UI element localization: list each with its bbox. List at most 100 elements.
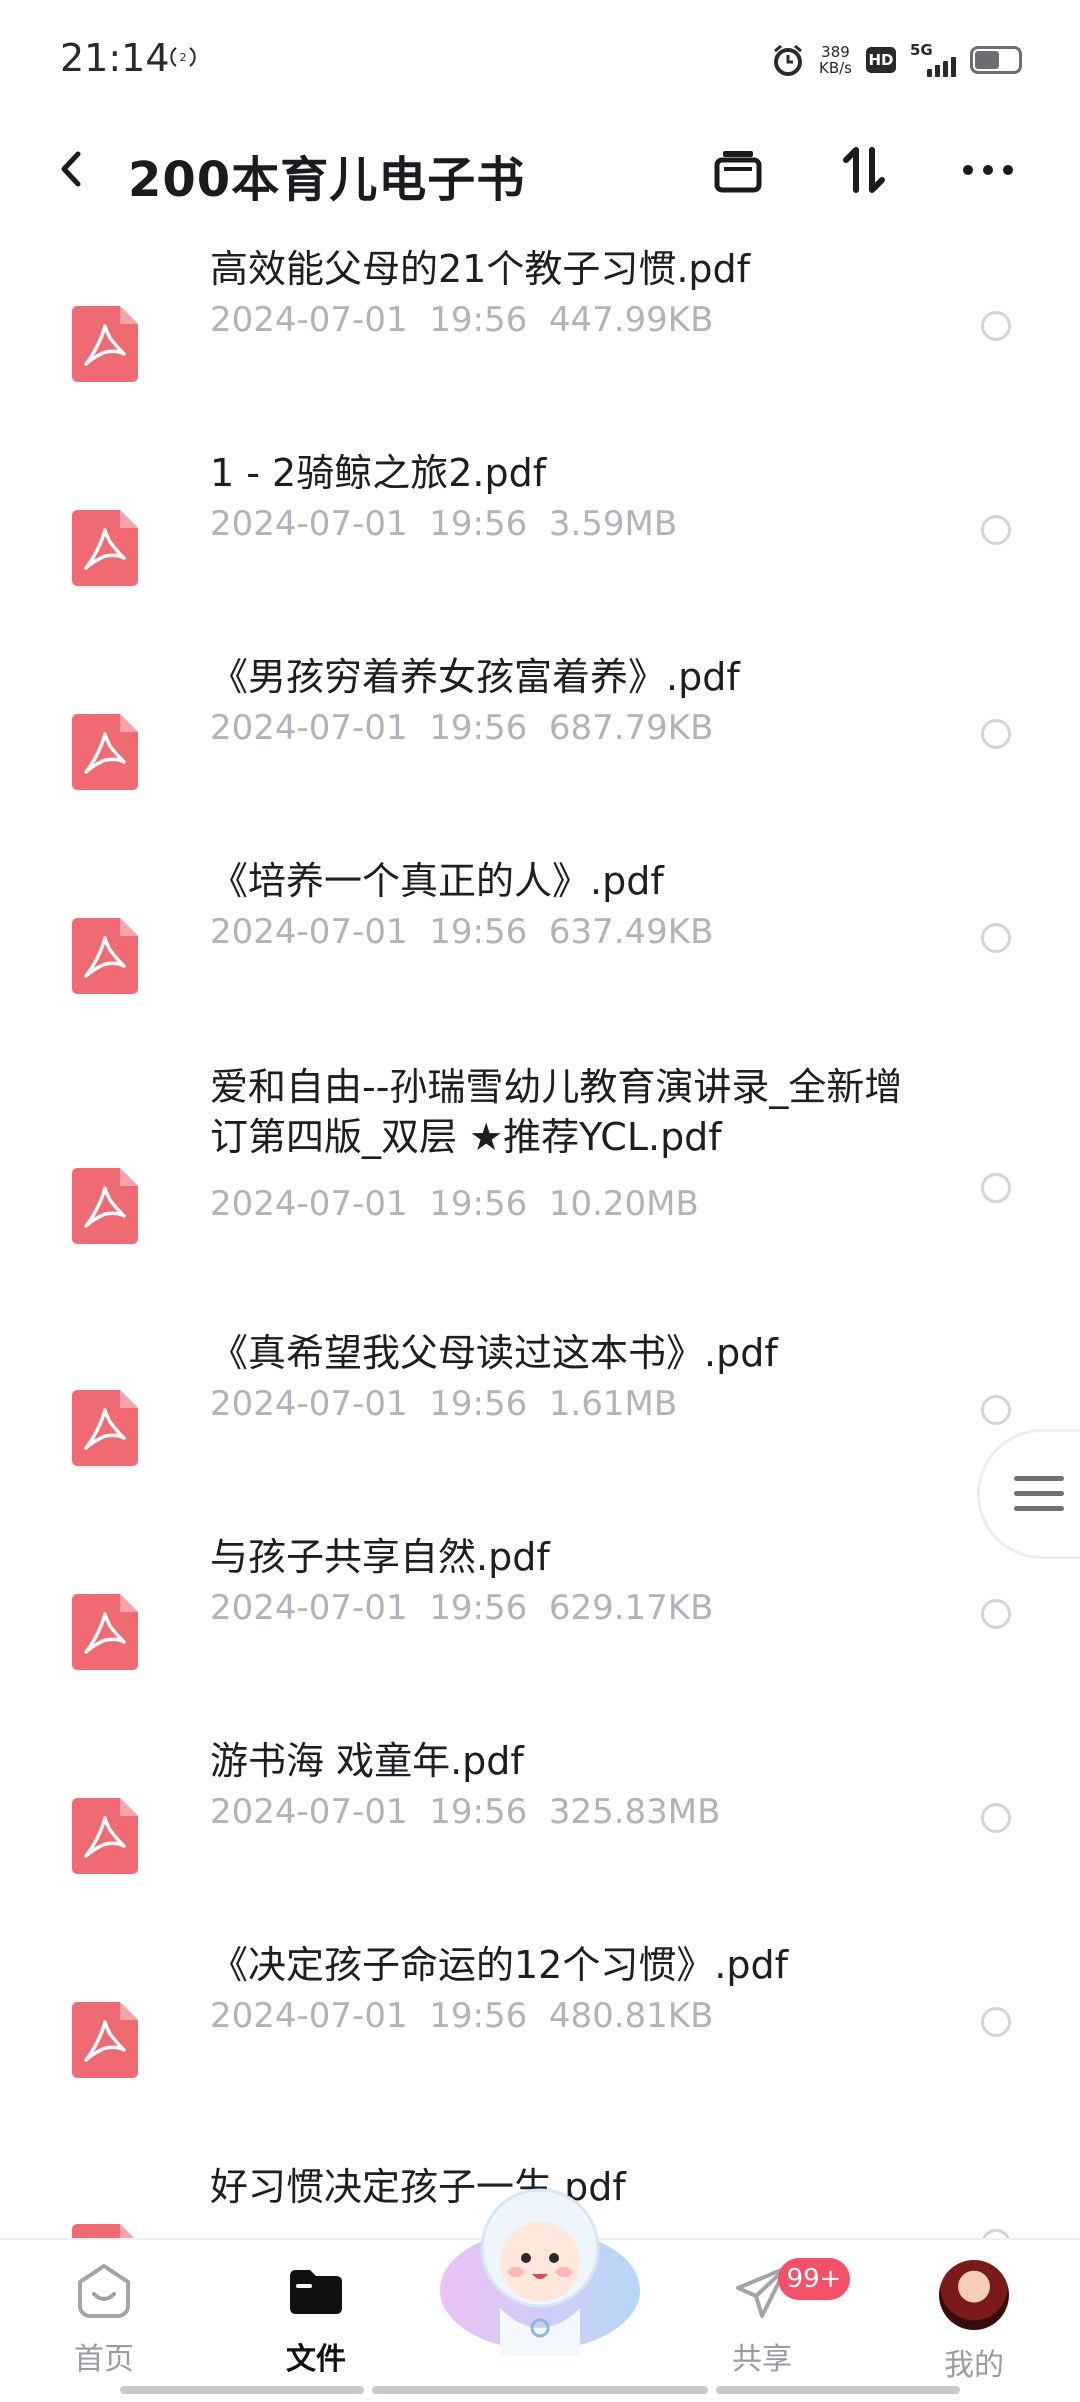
sort-icon[interactable] [832, 138, 896, 202]
file-date: 2024-07-01 [210, 912, 408, 952]
file-row[interactable]: 1 - 2骑鲸之旅2.pdf 2024-07-01 19:56 3.59MB [0, 451, 1080, 614]
nav-home[interactable]: 首页 [34, 2260, 174, 2390]
file-time: 19:56 [429, 1792, 528, 1832]
file-time: 19:56 [429, 1184, 528, 1224]
page-title: 200本育儿电子书 [128, 152, 526, 208]
file-meta: 2024-07-01 19:56 447.99KB [210, 300, 713, 340]
status-time: 21:14 [60, 36, 170, 80]
net-speed-unit: KB/s [819, 59, 852, 77]
hd-badge: HD [866, 47, 896, 73]
file-meta: 2024-07-01 19:56 629.17KB [210, 1588, 713, 1628]
file-date: 2024-07-01 [210, 1996, 408, 2036]
nav-files[interactable]: 文件 [246, 2260, 386, 2390]
file-row[interactable]: 高效能父母的21个教子习惯.pdf 2024-07-01 19:56 447.99… [0, 247, 1080, 410]
file-size: 629.17KB [548, 1588, 714, 1628]
file-time: 19:56 [429, 1384, 528, 1424]
net-speed-value: 389 [821, 43, 850, 61]
home-indicator [372, 2386, 708, 2394]
select-radio[interactable] [981, 2007, 1011, 2037]
file-date: 2024-07-01 [210, 300, 408, 340]
file-name: 爱和自由--孙瑞雪幼儿教育演讲录_全新增订第四版_双层 ★推荐YCL.pdf [210, 1065, 903, 1159]
signal-icon: 5G [910, 41, 956, 77]
file-name: 游书海 戏童年.pdf [210, 1739, 524, 1783]
file-row[interactable]: 《培养一个真正的人》.pdf 2024-07-01 19:56 637.49KB [0, 859, 1080, 1022]
home-icon [78, 2264, 130, 2318]
file-row[interactable]: 游书海 戏童年.pdf 2024-07-01 19:56 325.83MB [0, 1739, 1080, 1902]
pdf-file-icon [72, 714, 138, 790]
home-indicator [120, 2386, 364, 2394]
select-radio[interactable] [981, 515, 1011, 545]
file-date: 2024-07-01 [210, 708, 408, 748]
file-meta: 2024-07-01 19:56 637.49KB [210, 912, 713, 952]
net-speed: 389 KB/s [819, 44, 852, 76]
file-size: 637.49KB [548, 912, 714, 952]
nav-mine[interactable]: 我的 [904, 2260, 1044, 2390]
file-date: 2024-07-01 [210, 1184, 408, 1224]
file-size: 687.79KB [548, 708, 714, 748]
pdf-file-icon [72, 1390, 138, 1466]
file-size: 10.20MB [548, 1184, 699, 1224]
file-time: 19:56 [429, 1996, 528, 2036]
file-name: 与孩子共享自然.pdf [210, 1535, 550, 1579]
file-row[interactable]: 与孩子共享自然.pdf 2024-07-01 19:56 629.17KB [0, 1535, 1080, 1698]
file-row[interactable]: 《男孩穷着养女孩富着养》.pdf 2024-07-01 19:56 687.79K… [0, 655, 1080, 818]
nav-home-label: 首页 [74, 2342, 134, 2377]
file-time: 19:56 [429, 504, 528, 544]
file-date: 2024-07-01 [210, 1792, 408, 1832]
select-radio[interactable] [981, 719, 1011, 749]
file-time: 19:56 [429, 300, 528, 340]
file-date: 2024-07-01 [210, 504, 408, 544]
file-time: 19:56 [429, 912, 528, 952]
file-date: 2024-07-01 [210, 1384, 408, 1424]
status-bar: 21:14 2 389 KB/s HD 5G [0, 0, 1080, 120]
pdf-file-icon [72, 1594, 138, 1670]
file-name: 1 - 2骑鲸之旅2.pdf [210, 451, 547, 495]
share-badge: 99+ [778, 2258, 850, 2300]
select-radio[interactable] [981, 311, 1011, 341]
file-meta: 2024-07-01 19:56 325.83MB [210, 1792, 720, 1832]
file-size: 1.61MB [548, 1384, 678, 1424]
select-radio[interactable] [981, 1803, 1011, 1833]
pdf-file-icon [72, 1798, 138, 1874]
file-name: 《男孩穷着养女孩富着养》.pdf [210, 655, 740, 699]
select-radio[interactable] [981, 923, 1011, 953]
file-meta: 2024-07-01 19:56 687.79KB [210, 708, 713, 748]
battery-icon [970, 46, 1022, 74]
file-meta: 2024-07-01 19:56 3.59MB [210, 504, 677, 544]
file-name: 《培养一个真正的人》.pdf [210, 859, 664, 903]
select-radio[interactable] [981, 1599, 1011, 1629]
select-radio[interactable] [981, 1395, 1011, 1425]
nav-share[interactable]: 99+ 共享 [692, 2258, 850, 2390]
nav-share-label: 共享 [732, 2342, 792, 2377]
folder-icon [290, 2270, 342, 2314]
svg-text:2: 2 [180, 51, 187, 64]
file-size: 325.83MB [548, 1792, 721, 1832]
file-size: 480.81KB [548, 1996, 714, 2036]
home-indicator [716, 2386, 960, 2394]
hotspot-icon: 2 [170, 47, 196, 67]
archive-icon[interactable] [706, 138, 770, 202]
file-meta: 2024-07-01 19:56 1.61MB [210, 1384, 677, 1424]
more-icon[interactable] [956, 138, 1020, 202]
pdf-file-icon [72, 510, 138, 586]
pdf-file-icon [72, 918, 138, 994]
file-time: 19:56 [429, 1588, 528, 1628]
file-name: 高效能父母的21个教子习惯.pdf [210, 247, 751, 291]
file-row[interactable]: 爱和自由--孙瑞雪幼儿教育演讲录_全新增订第四版_双层 ★推荐YCL.pdf 20… [0, 1065, 1080, 1294]
pdf-file-icon [72, 306, 138, 382]
file-meta: 2024-07-01 19:56 480.81KB [210, 1996, 713, 2036]
back-arrow-icon[interactable] [48, 144, 98, 194]
avatar [939, 2260, 1009, 2330]
file-time: 19:56 [429, 708, 528, 748]
file-meta: 2024-07-01 19:56 10.20MB [210, 1184, 699, 1224]
file-name: 《决定孩子命运的12个习惯》.pdf [210, 1943, 789, 1987]
nav-files-label: 文件 [286, 2342, 346, 2377]
menu-lines-icon [1014, 1476, 1064, 1521]
file-row[interactable]: 《决定孩子命运的12个习惯》.pdf 2024-07-01 19:56 480.8… [0, 1943, 1080, 2106]
assistant-mascot-icon[interactable] [430, 2178, 650, 2358]
pdf-file-icon [72, 1168, 138, 1244]
battery-fill [975, 51, 1000, 69]
file-row[interactable]: 《真希望我父母读过这本书》.pdf 2024-07-01 19:56 1.61MB [0, 1331, 1080, 1494]
select-radio[interactable] [981, 1173, 1011, 1203]
nav-mine-label: 我的 [944, 2348, 1004, 2383]
